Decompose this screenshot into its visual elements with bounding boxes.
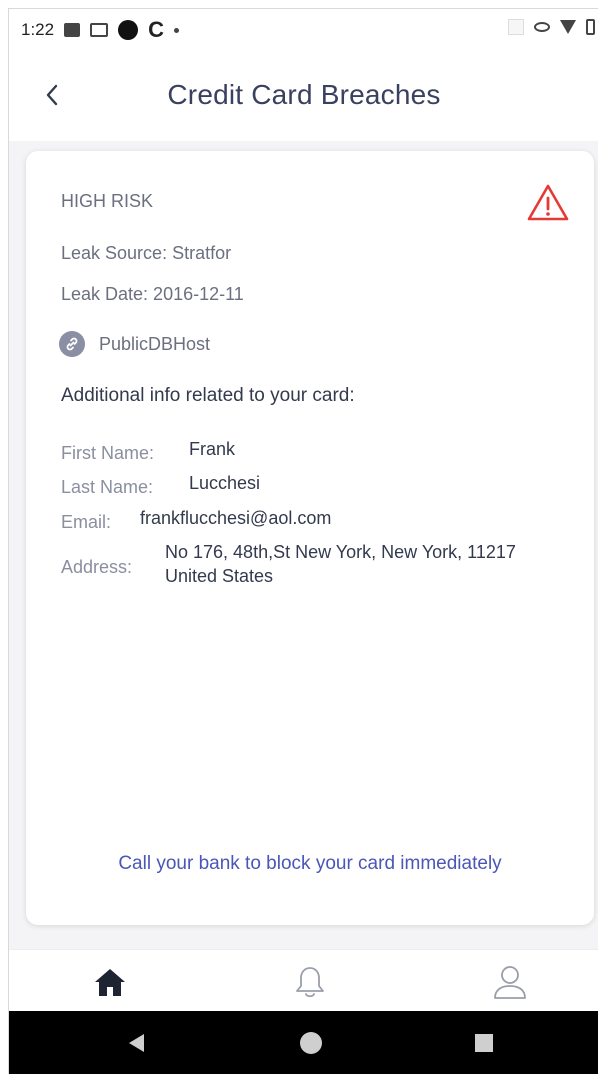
host-label: PublicDBHost [99, 333, 211, 354]
email-label: Email: [61, 512, 112, 532]
address-label: Address: [61, 557, 133, 577]
address-line-2: United States [165, 566, 274, 586]
square-recents-icon [475, 1034, 493, 1052]
record-notification-icon [118, 20, 139, 40]
triangle-back-icon [129, 1034, 144, 1052]
last-name-label: Last Name: [61, 477, 154, 497]
system-back-button[interactable] [120, 1027, 152, 1059]
call-bank-link[interactable]: Call your bank to block your card immedi… [26, 853, 594, 875]
leak-date: Leak Date: 2016-12-11 [61, 284, 244, 304]
bottom-nav [9, 949, 598, 1011]
more-notifications-icon [173, 27, 179, 33]
email-value: frankflucchesi@aol.com [140, 508, 332, 528]
image-notification-icon [64, 23, 81, 37]
battery-icon [586, 19, 595, 35]
home-icon [95, 969, 125, 996]
bell-icon [296, 967, 324, 998]
nav-profile[interactable] [486, 958, 534, 1006]
photo-notification-icon [90, 23, 109, 37]
link-icon [59, 331, 85, 357]
system-recents-button[interactable] [468, 1027, 500, 1059]
system-nav-bar [9, 1011, 598, 1074]
cast-icon [508, 19, 524, 35]
status-time: 1:22 [21, 20, 55, 39]
circle-home-icon [300, 1032, 322, 1054]
system-home-button[interactable] [295, 1027, 327, 1059]
c-notification-icon: C [148, 17, 164, 42]
app-header: Credit Card Breaches [9, 51, 598, 141]
address-line-1: No 176, 48th,St New York, New York, 1121… [165, 542, 516, 562]
page-title: Credit Card Breaches [167, 79, 441, 110]
breach-card: HIGH RISK Leak Source: Stratfor Leak Dat… [26, 151, 594, 925]
warning-icon [527, 184, 569, 221]
eye-icon [534, 22, 550, 32]
user-icon [494, 966, 526, 999]
nav-notifications[interactable] [286, 958, 334, 1006]
leak-source: Leak Source: Stratfor [61, 243, 232, 263]
last-name-value: Lucchesi [189, 473, 261, 493]
app-frame: 1:22 C Credit Card Breaches HIGH RISK Le… [8, 8, 598, 1074]
additional-info-heading: Additional info related to your card: [61, 385, 355, 406]
status-bar: 1:22 C [9, 9, 598, 51]
wifi-icon [560, 20, 576, 34]
nav-home[interactable] [86, 958, 134, 1006]
first-name-label: First Name: [61, 443, 155, 463]
risk-level-label: HIGH RISK [61, 191, 154, 211]
host-link[interactable]: PublicDBHost [59, 331, 210, 357]
first-name-value: Frank [189, 439, 236, 459]
